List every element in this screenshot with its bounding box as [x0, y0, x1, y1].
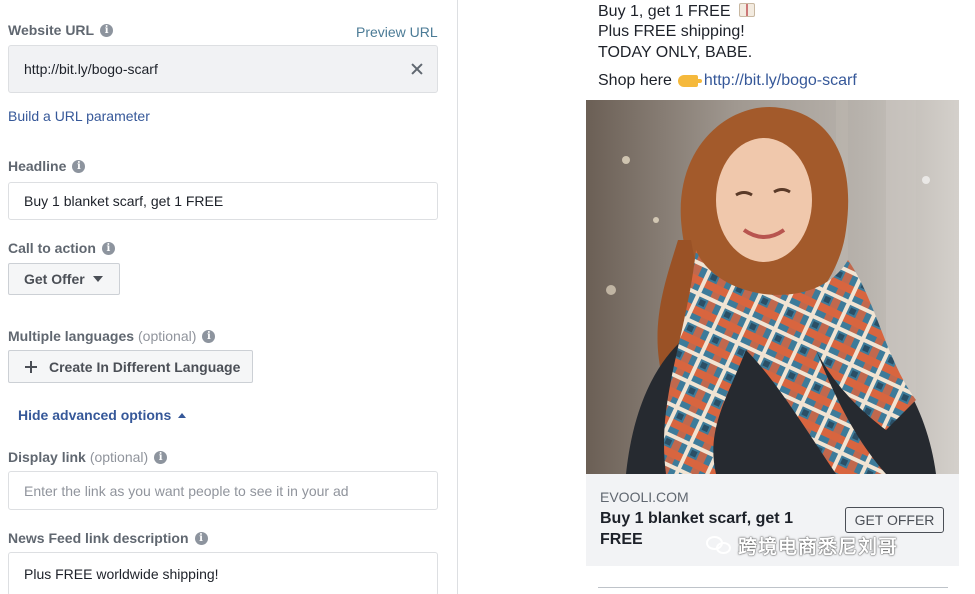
plus-icon	[25, 360, 37, 373]
info-icon[interactable]: i	[194, 531, 208, 545]
multiple-languages-label: Multiple languages (optional) i	[8, 328, 216, 344]
build-url-parameter-link[interactable]: Build a URL parameter	[8, 108, 150, 124]
preview-url-link[interactable]: Preview URL	[356, 24, 438, 40]
clear-icon[interactable]	[411, 63, 423, 75]
info-icon[interactable]: i	[100, 23, 114, 37]
pointing-hand-icon	[677, 75, 702, 87]
get-offer-button[interactable]: GET OFFER	[845, 507, 944, 533]
ad-body-line: Buy 1, get 1 FREE	[598, 2, 755, 22]
info-icon[interactable]: i	[154, 450, 168, 464]
news-feed-description-label: News Feed link description i	[8, 530, 208, 546]
shop-here-line: Shop here http://bit.ly/bogo-scarf	[598, 71, 857, 91]
chevron-down-icon	[92, 276, 103, 282]
info-icon[interactable]: i	[72, 159, 86, 173]
info-icon[interactable]: i	[202, 329, 216, 343]
headline-label: Headline i	[8, 158, 86, 174]
ad-domain: EVOOLI.COM	[600, 489, 689, 505]
ad-body-line: Plus FREE shipping!	[598, 23, 745, 40]
call-to-action-label: Call to action i	[8, 240, 115, 256]
display-link-label: Display link (optional) i	[8, 449, 168, 465]
call-to-action-dropdown[interactable]: Get Offer	[8, 263, 120, 295]
headline-input[interactable]: Buy 1 blanket scarf, get 1 FREE	[8, 182, 438, 220]
divider	[598, 587, 948, 588]
create-in-different-language-button[interactable]: Create In Different Language	[8, 350, 253, 383]
shop-link[interactable]: http://bit.ly/bogo-scarf	[704, 71, 857, 91]
chevron-up-icon	[178, 412, 187, 418]
ad-body-line: TODAY ONLY, BABE.	[598, 44, 753, 61]
hide-advanced-options-toggle[interactable]: Hide advanced options	[18, 407, 187, 423]
website-url-label: Website URL i	[8, 22, 114, 38]
news-feed-description-input[interactable]: Plus FREE worldwide shipping!	[8, 552, 438, 594]
ad-settings-form: Website URL i Preview URL http://bit.ly/…	[0, 0, 458, 594]
gift-icon	[738, 3, 755, 17]
chat-bubble-icon	[706, 535, 732, 556]
website-url-input[interactable]: http://bit.ly/bogo-scarf	[8, 45, 438, 93]
ad-image[interactable]	[586, 100, 959, 474]
watermark: 跨境电商悉尼刘哥	[706, 532, 898, 559]
display-link-input[interactable]: Enter the link as you want people to see…	[8, 471, 438, 510]
info-icon[interactable]: i	[101, 241, 115, 255]
